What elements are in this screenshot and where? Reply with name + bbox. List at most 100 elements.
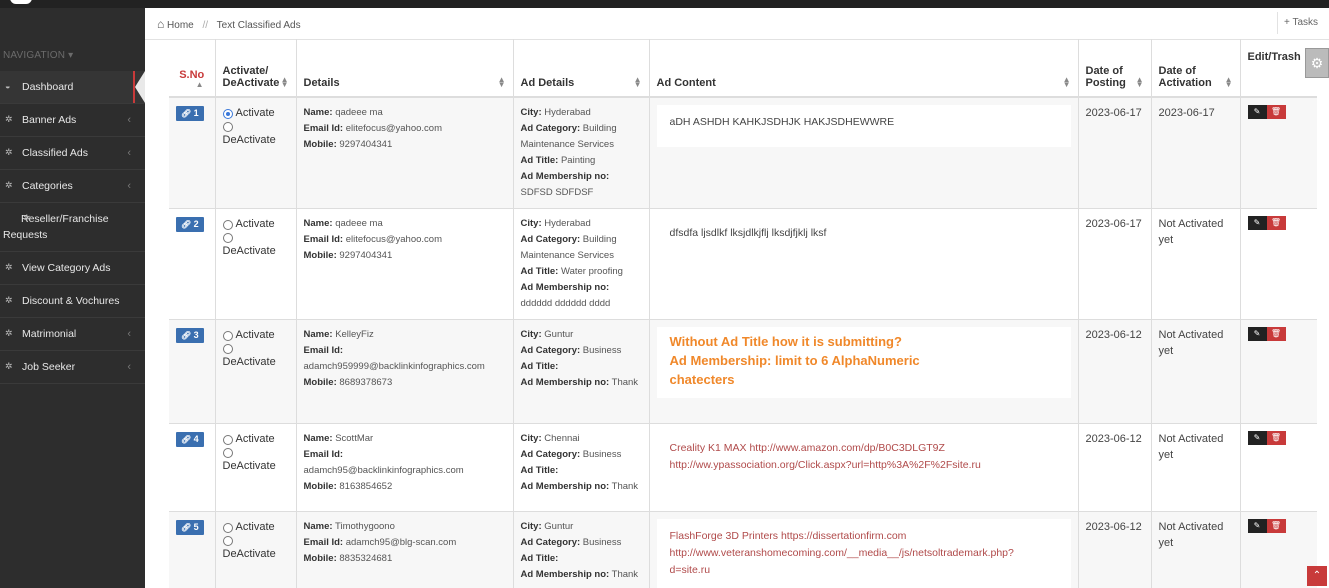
action-buttons: ✎ 🗑︎	[1247, 327, 1311, 341]
chevron-left-icon: ‹	[127, 147, 131, 159]
activate-label: Activate	[235, 521, 275, 533]
deactivate-label: DeActivate	[222, 134, 276, 146]
deactivate-radio[interactable]	[222, 448, 289, 458]
settings-gear-icon[interactable]: ⚙	[1305, 48, 1329, 78]
cell-date-posting: 2023-06-17	[1077, 97, 1151, 209]
sidebar-item-classified-ads[interactable]: ✲ Classified Ads ‹	[0, 137, 145, 170]
email-label: Email Id:	[303, 234, 344, 245]
membership-value: Thank	[611, 377, 639, 388]
nav-heading: NAVIGATION ▾	[3, 50, 74, 61]
logo	[10, 0, 32, 4]
row-link-badge[interactable]: 🔗︎ 1	[176, 106, 204, 121]
name-line: Name: ScottMar	[304, 431, 506, 447]
sidebar-item-job-seeker[interactable]: ✲ Job Seeker ‹	[0, 351, 145, 384]
activate-label: Activate	[235, 107, 275, 119]
cell-sno: 🔗︎ 1	[169, 97, 215, 209]
scroll-to-top-button[interactable]: ⌃	[1307, 566, 1327, 586]
radio-icon	[222, 448, 233, 458]
cell-date-activation: Not Activated yet	[1150, 319, 1240, 424]
edit-button[interactable]: ✎	[1247, 327, 1267, 341]
ad-content-box: Creality K1 MAX http://www.amazon.com/dp…	[656, 431, 1071, 497]
table-row: 🔗︎ 4 Activate DeActivate Name: ScottMar Emai…	[169, 423, 1317, 512]
cell-sno: 🔗︎ 2	[169, 208, 215, 320]
cell-sno: 🔗︎ 3	[169, 319, 215, 424]
breadcrumb-separator: //	[202, 20, 209, 31]
edit-button[interactable]: ✎	[1247, 105, 1267, 119]
col-sno[interactable]: S.No ▲	[169, 39, 215, 98]
edit-icon: ✎	[1253, 521, 1261, 530]
sidebar-item-dashboard[interactable]: ◒ Dashboard	[0, 71, 145, 104]
city-value: Guntur	[544, 329, 574, 340]
cell-activate: Activate DeActivate	[214, 319, 296, 424]
main-panel: ⌂ Home // Text Classified Ads + Tasks S.…	[145, 8, 1329, 588]
radio-icon	[222, 219, 233, 230]
breadcrumb-home[interactable]: Home	[167, 20, 194, 31]
cell-details: Name: qadeee ma Email Id: elitefocus@yaho…	[295, 208, 513, 320]
ad-title-line: Ad Title:	[521, 359, 642, 375]
sidebar-item-discount-vochures[interactable]: ✲ Discount & Vochures	[0, 285, 145, 318]
sidebar-item-categories[interactable]: ✲ Categories ‹	[0, 170, 145, 203]
home-icon[interactable]: ⌂	[157, 17, 164, 31]
row-link-badge[interactable]: 🔗︎ 3	[176, 328, 204, 343]
delete-button[interactable]: 🗑︎	[1266, 105, 1286, 119]
email-label: Email Id:	[303, 537, 344, 548]
breadcrumb-current: Text Classified Ads	[216, 20, 301, 31]
activate-label: Activate	[235, 218, 275, 230]
row-link-badge[interactable]: 🔗︎ 4	[176, 432, 204, 447]
edit-button[interactable]: ✎	[1247, 216, 1267, 230]
email-value-wrap: adamch95@backlinkinfographics.com	[303, 465, 464, 476]
ad-content-box: Without Ad Title how it is submitting? Ad…	[656, 327, 1071, 398]
activate-radio[interactable]: Activate	[222, 105, 289, 122]
delete-button[interactable]: 🗑︎	[1266, 216, 1286, 230]
gear-icon: ✲	[5, 180, 13, 190]
edit-button[interactable]: ✎	[1247, 431, 1267, 445]
delete-button[interactable]: 🗑︎	[1266, 519, 1286, 533]
row-link-badge[interactable]: 🔗︎ 5	[176, 520, 204, 535]
sidebar-item-label: Job Seeker	[22, 361, 76, 373]
action-buttons: ✎ 🗑︎	[1247, 431, 1311, 445]
radio-icon	[222, 122, 233, 132]
cell-ad-details: City: Hyderabad Ad Category: Building Mai…	[512, 97, 649, 209]
delete-button[interactable]: 🗑︎	[1266, 327, 1286, 341]
col-activate[interactable]: Activate/ DeActivate ▲ ▼	[214, 39, 296, 98]
col-ad-details[interactable]: Ad Details ▲ ▼	[512, 39, 649, 98]
activate-radio[interactable]: Activate	[222, 519, 289, 536]
activate-radio[interactable]: Activate	[222, 327, 289, 344]
ad-content-line: d=site.ru	[669, 564, 711, 576]
chevron-left-icon: ‹	[127, 328, 131, 340]
col-date-posting[interactable]: Date of Posting ▲ ▼	[1077, 39, 1151, 98]
deactivate-radio[interactable]	[222, 536, 289, 546]
cell-actions: ✎ 🗑︎	[1239, 319, 1317, 424]
sidebar-item-reseller-franchise-requests[interactable]: ✲ Reseller/Franchise Requests	[0, 203, 145, 252]
link-icon: 🔗︎	[181, 331, 192, 340]
category-value: Business	[582, 537, 622, 548]
ad-content-line: http://www.veteranshomecoming.com/__medi…	[669, 547, 1014, 559]
name-label: Name:	[303, 433, 333, 444]
col-details[interactable]: Details ▲ ▼	[295, 39, 513, 98]
row-link-badge[interactable]: 🔗︎ 2	[176, 217, 204, 232]
city-label: City:	[520, 107, 542, 118]
category-label: Ad Category:	[520, 345, 581, 356]
activate-radio[interactable]: Activate	[222, 216, 289, 233]
ad-title-label: Ad Title:	[520, 361, 559, 372]
col-date-activation[interactable]: Date of Activation ▲ ▼	[1150, 39, 1240, 98]
deactivate-radio[interactable]	[222, 122, 289, 132]
cell-date-posting: 2023-06-12	[1077, 319, 1151, 424]
sidebar-item-view-category-ads[interactable]: ✲ View Category Ads	[0, 252, 145, 285]
category-label: Ad Category:	[520, 449, 581, 460]
sidebar-item-label: View Category Ads	[22, 262, 111, 274]
col-ad-content[interactable]: Ad Content ▲ ▼	[648, 39, 1078, 98]
sidebar-item-banner-ads[interactable]: ✲ Banner Ads ‹	[0, 104, 145, 137]
deactivate-label: DeActivate	[222, 548, 276, 560]
radio-icon	[222, 536, 233, 546]
deactivate-radio[interactable]	[222, 233, 289, 243]
deactivate-label: DeActivate	[222, 460, 276, 472]
edit-button[interactable]: ✎	[1247, 519, 1267, 533]
deactivate-radio[interactable]	[222, 344, 289, 354]
delete-button[interactable]: 🗑︎	[1266, 431, 1286, 445]
gear-icon: ✲	[5, 262, 13, 272]
activate-radio[interactable]: Activate	[222, 431, 289, 448]
sidebar-item-matrimonial[interactable]: ✲ Matrimonial ‹	[0, 318, 145, 351]
tasks-button[interactable]: + Tasks	[1276, 12, 1324, 34]
mobile-value: 9297404341	[339, 250, 393, 261]
